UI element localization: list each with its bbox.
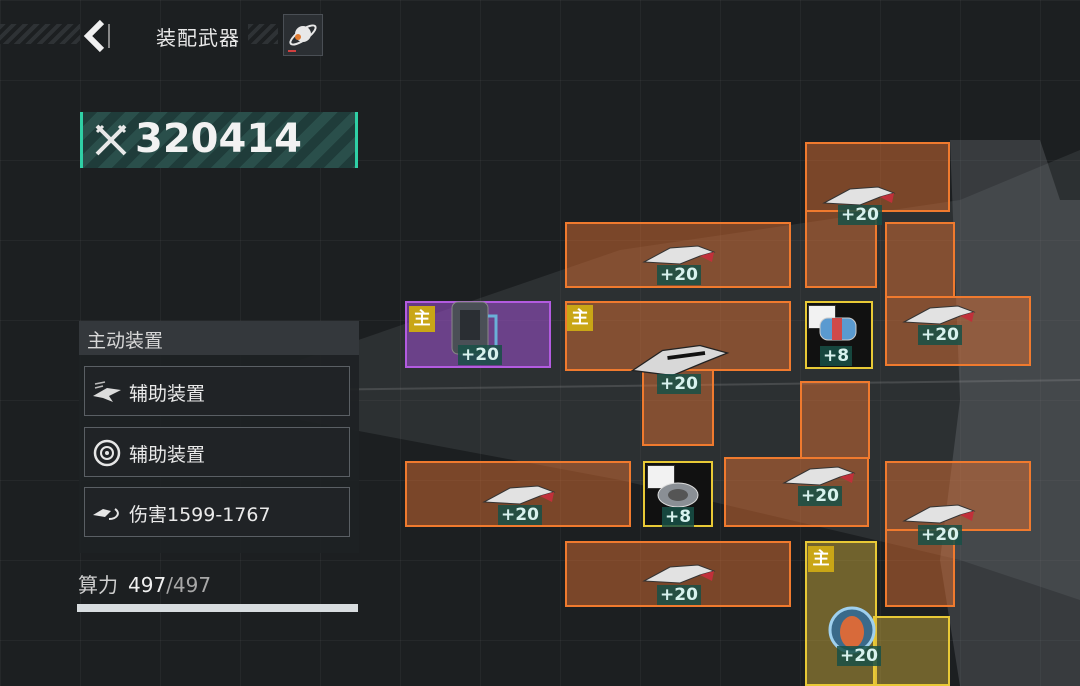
bonus-label: +8 xyxy=(820,346,853,366)
panel-title: 主动装置 xyxy=(87,330,164,352)
equip-cell[interactable] xyxy=(800,381,870,459)
bonus-label: +20 xyxy=(918,325,962,345)
device-slot-1[interactable]: 辅助装置 xyxy=(84,366,350,416)
back-arrow-icon xyxy=(83,19,110,53)
bonus-label: +20 xyxy=(498,505,542,525)
header-stripes xyxy=(0,24,80,44)
compute-max: /497 xyxy=(166,573,212,597)
main-tag: 主 xyxy=(409,306,435,332)
fighter-icon xyxy=(93,381,121,402)
bonus-label: +20 xyxy=(837,646,881,666)
bonus-label: +8 xyxy=(662,507,695,527)
page-title: 装配武器 xyxy=(156,26,240,50)
crossed-swords-icon xyxy=(95,124,127,156)
main-tag: 主 xyxy=(808,546,834,572)
device-slot-3[interactable]: 伤害1599-1767 xyxy=(84,487,350,537)
target-icon xyxy=(93,439,121,467)
compute-label: 算力 xyxy=(78,573,118,597)
equip-cell[interactable] xyxy=(885,222,955,298)
missile-icon xyxy=(93,508,119,520)
bonus-label: +20 xyxy=(458,345,502,365)
bonus-label: +20 xyxy=(798,486,842,506)
combat-power-value: 320414 xyxy=(135,116,302,162)
panel-header: 主动装置 xyxy=(79,321,359,355)
planet-button[interactable] xyxy=(283,14,323,56)
compute-bar-fill xyxy=(77,604,358,612)
bonus-label: +20 xyxy=(918,525,962,545)
compute-readout: 算力 497/497 xyxy=(78,569,211,598)
combat-power-box: 320414 xyxy=(80,112,358,168)
equip-cell-yellow[interactable] xyxy=(873,616,950,686)
device-slot-label: 伤害1599-1767 xyxy=(129,504,271,526)
bonus-label: +20 xyxy=(657,265,701,285)
device-slot-label: 辅助装置 xyxy=(129,383,206,405)
device-slot-label: 辅助装置 xyxy=(129,444,206,466)
main-tag: 主 xyxy=(567,305,593,331)
planet-icon xyxy=(288,24,317,52)
header-stripes xyxy=(248,24,278,44)
back-button[interactable] xyxy=(82,18,112,54)
bonus-label: +20 xyxy=(657,374,701,394)
compute-current: 497 xyxy=(128,573,167,597)
bonus-label: +20 xyxy=(838,205,882,225)
compute-bar xyxy=(77,604,358,612)
canister-icon xyxy=(819,317,857,341)
device-slot-2[interactable]: 辅助装置 xyxy=(84,427,350,477)
bonus-label: +20 xyxy=(657,585,701,605)
active-device-panel: 主动装置 辅助装置 辅助装置 伤害1599-1767 xyxy=(79,321,359,553)
